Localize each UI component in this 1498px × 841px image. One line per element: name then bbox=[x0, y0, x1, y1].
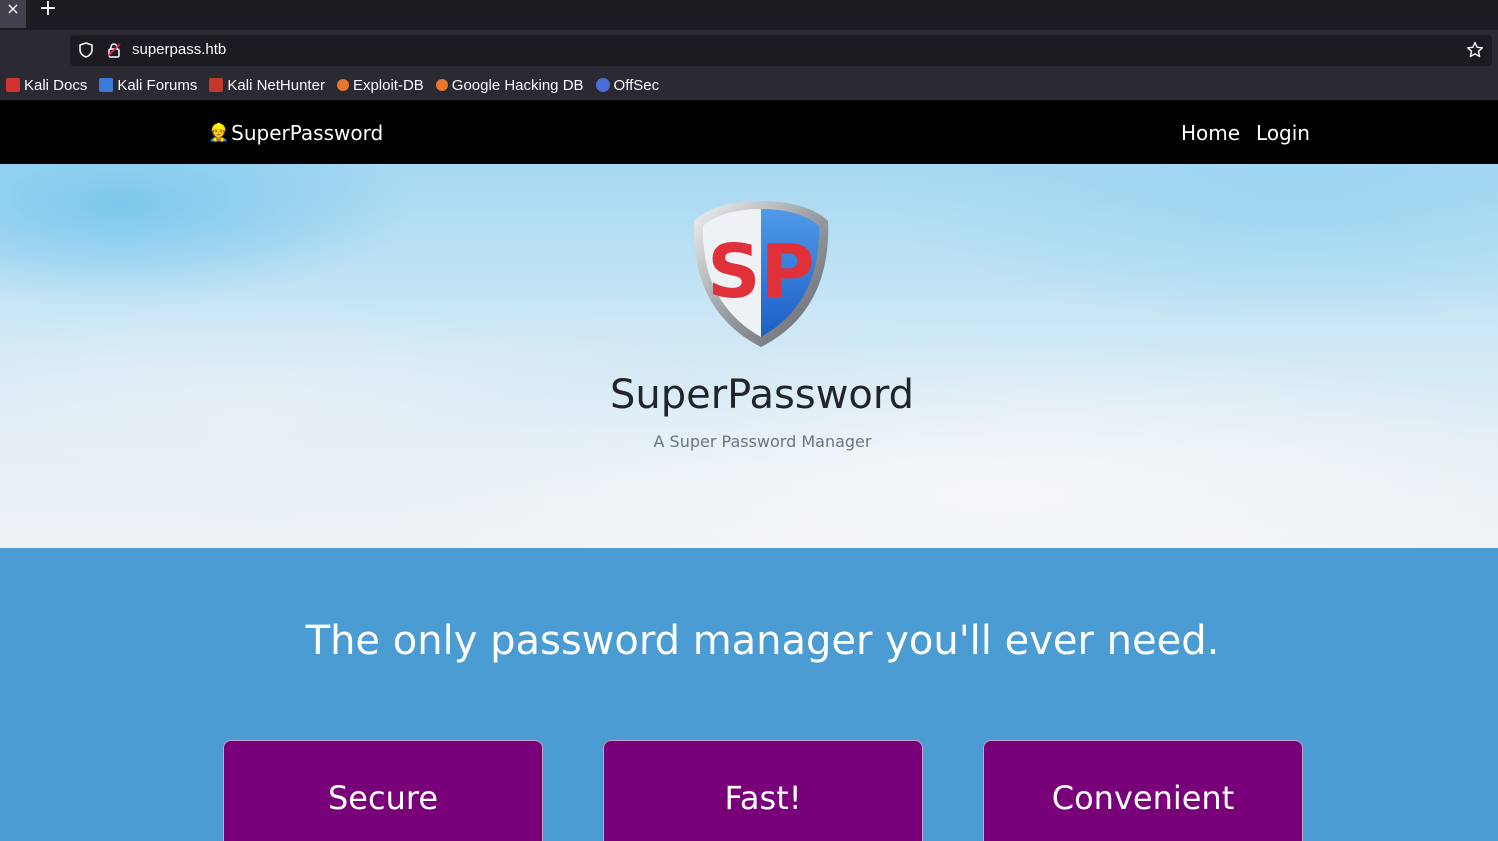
tracking-shield-icon[interactable] bbox=[78, 42, 94, 58]
hero-title: SuperPassword bbox=[609, 372, 915, 418]
browser-tab-strip: × + bbox=[0, 0, 1498, 30]
close-tab-button[interactable]: × bbox=[0, 0, 26, 28]
nav-home-link[interactable]: Home bbox=[1181, 121, 1240, 145]
offsec-icon bbox=[595, 78, 610, 92]
bookmarks-toolbar: Kali Docs Kali Forums Kali NetHunter Exp… bbox=[0, 70, 1498, 101]
browser-toolbar: superpass.htb bbox=[0, 30, 1498, 70]
bookmark-label: Google Hacking DB bbox=[451, 76, 584, 94]
bookmark-exploit-db[interactable]: Exploit-DB bbox=[336, 76, 424, 94]
nav-login-link[interactable]: Login bbox=[1256, 121, 1310, 145]
feature-card-convenient: Convenient bbox=[983, 740, 1303, 841]
hero-subtitle: A Super Password Manager bbox=[653, 432, 872, 451]
logo-text: SP bbox=[707, 229, 815, 315]
bookmark-offsec[interactable]: OffSec bbox=[595, 76, 660, 94]
bookmark-star-icon[interactable] bbox=[1466, 41, 1484, 59]
kali-nethunter-icon bbox=[209, 78, 224, 92]
url-text[interactable]: superpass.htb bbox=[132, 41, 226, 58]
nav-links: Home Login bbox=[1165, 121, 1310, 145]
kali-docs-icon bbox=[6, 78, 20, 92]
bookmark-label: Kali Docs bbox=[24, 76, 88, 94]
web-page: 👷 SuperPassword Home Login SP SuperPassw… bbox=[0, 101, 1498, 841]
feature-card-title: Secure bbox=[327, 779, 438, 817]
bookmark-label: Kali NetHunter bbox=[227, 76, 325, 94]
kali-forums-icon bbox=[99, 78, 114, 92]
hero-section: SP SuperPassword A Super Password Manage… bbox=[0, 164, 1498, 548]
feature-card-fast: Fast! bbox=[603, 740, 923, 841]
bookmark-kali-forums[interactable]: Kali Forums bbox=[99, 77, 197, 94]
feature-card-secure: Secure bbox=[223, 740, 543, 841]
bookmark-label: OffSec bbox=[613, 76, 660, 94]
construction-worker-icon: 👷 bbox=[208, 123, 230, 143]
bookmark-kali-docs[interactable]: Kali Docs bbox=[6, 77, 87, 94]
brand-link[interactable]: 👷 SuperPassword bbox=[208, 121, 383, 145]
bookmark-kali-nethunter[interactable]: Kali NetHunter bbox=[209, 77, 325, 94]
bookmark-label: Kali Forums bbox=[117, 76, 198, 94]
feature-card-title: Convenient bbox=[1051, 779, 1235, 817]
google-hacking-db-icon bbox=[435, 79, 448, 91]
brand-name: SuperPassword bbox=[231, 121, 384, 145]
new-tab-button[interactable]: + bbox=[36, 0, 60, 22]
address-bar[interactable]: superpass.htb bbox=[70, 35, 1492, 66]
features-tagline: The only password manager you'll ever ne… bbox=[305, 618, 1220, 664]
exploit-db-icon bbox=[336, 79, 349, 91]
features-section: The only password manager you'll ever ne… bbox=[0, 548, 1498, 841]
feature-card-title: Fast! bbox=[724, 779, 802, 817]
bookmark-google-hacking-db[interactable]: Google Hacking DB bbox=[435, 76, 584, 94]
site-navbar: 👷 SuperPassword Home Login bbox=[0, 101, 1498, 164]
superpassword-shield-logo: SP bbox=[693, 201, 829, 347]
insecure-lock-icon[interactable] bbox=[106, 42, 122, 58]
bookmark-label: Exploit-DB bbox=[352, 76, 424, 94]
